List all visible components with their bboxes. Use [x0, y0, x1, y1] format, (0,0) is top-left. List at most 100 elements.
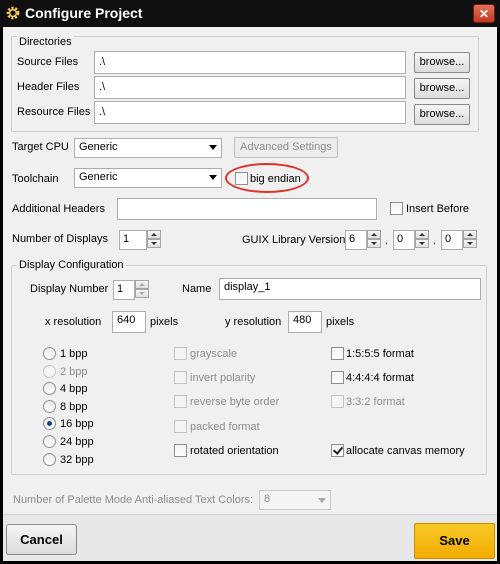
spin-down-icon[interactable] — [147, 239, 161, 248]
guix-patch-spinner[interactable] — [463, 230, 477, 248]
spin-down-icon[interactable] — [367, 239, 381, 248]
save-button[interactable]: Save — [414, 523, 495, 559]
dialog-body: Directories Source Files .\ browse... He… — [3, 27, 497, 561]
advanced-settings-button[interactable]: Advanced Settings — [234, 137, 338, 158]
close-icon[interactable]: ✕ — [473, 4, 495, 23]
palette-colors-value: 8 — [264, 493, 271, 505]
invert-polarity-label: invert polarity — [190, 372, 256, 384]
bpp-16-label: 16 bpp — [60, 418, 94, 430]
display-number-input[interactable]: 1 — [113, 280, 135, 300]
spin-up-icon[interactable] — [135, 280, 149, 289]
grayscale-label: grayscale — [190, 348, 238, 360]
bpp-16-radio[interactable] — [43, 417, 56, 430]
resource-files-label: Resource Files — [17, 106, 91, 118]
bpp-2-radio[interactable] — [43, 365, 56, 378]
spin-down-icon[interactable] — [463, 239, 477, 248]
source-files-input[interactable]: .\ — [94, 51, 406, 74]
palette-colors-select[interactable]: 8 — [259, 490, 331, 510]
bpp-1-radio[interactable] — [43, 347, 56, 360]
big-endian-checkbox[interactable] — [235, 172, 248, 185]
footer: Cancel Save — [3, 514, 497, 561]
insert-before-checkbox[interactable] — [390, 202, 403, 215]
bpp-24-radio[interactable] — [43, 435, 56, 448]
guix-major-input[interactable]: 6 — [345, 230, 367, 250]
source-files-browse-button[interactable]: browse... — [414, 52, 470, 73]
gear-icon — [6, 6, 20, 20]
chevron-down-icon — [209, 145, 217, 150]
y-resolution-label: y resolution — [225, 316, 282, 328]
bpp-32-radio[interactable] — [43, 453, 56, 466]
y-resolution-unit: pixels — [326, 316, 355, 328]
bpp-4-label: 4 bpp — [60, 383, 88, 395]
format-4444-label: 4:4:4:4 format — [346, 372, 414, 384]
display-config-legend: Display Configuration — [17, 259, 126, 271]
allocate-canvas-memory-label: allocate canvas memory — [346, 445, 465, 457]
toolchain-select[interactable]: Generic — [74, 168, 222, 188]
toolchain-value: Generic — [79, 171, 118, 183]
header-files-browse-button[interactable]: browse... — [414, 78, 470, 99]
bpp-32-label: 32 bpp — [60, 454, 94, 466]
display-name-label: Name — [182, 283, 212, 295]
number-of-displays-input[interactable]: 1 — [119, 230, 147, 250]
rotated-orientation-checkbox[interactable] — [174, 444, 187, 457]
directories-legend: Directories — [17, 36, 74, 48]
spin-up-icon[interactable] — [415, 230, 429, 239]
guix-version-label: GUIX Library Version — [242, 234, 346, 246]
display-name-input[interactable]: display_1 — [219, 278, 481, 300]
format-4444-checkbox[interactable] — [331, 371, 344, 384]
insert-before-label: Insert Before — [406, 203, 469, 215]
bpp-24-label: 24 bpp — [60, 436, 94, 448]
additional-headers-input[interactable] — [117, 198, 377, 220]
bpp-8-radio[interactable] — [43, 400, 56, 413]
header-files-label: Header Files — [17, 81, 80, 93]
spin-up-icon[interactable] — [147, 230, 161, 239]
target-cpu-select[interactable]: Generic — [74, 138, 222, 158]
rotated-orientation-label: rotated orientation — [190, 445, 279, 457]
header-files-input[interactable]: .\ — [94, 76, 406, 99]
bpp-1-label: 1 bpp — [60, 348, 88, 360]
format-332-label: 3:3:2 format — [346, 396, 405, 408]
format-1555-checkbox[interactable] — [331, 347, 344, 360]
display-number-label: Display Number — [30, 283, 109, 295]
x-resolution-input[interactable]: 640 — [112, 311, 146, 333]
spin-down-icon[interactable] — [135, 289, 149, 298]
version-separator: . — [433, 235, 437, 247]
grayscale-checkbox[interactable] — [174, 347, 187, 360]
chevron-down-icon — [318, 498, 326, 503]
y-resolution-input[interactable]: 480 — [288, 311, 322, 333]
x-resolution-label: x resolution — [45, 316, 102, 328]
packed-format-checkbox[interactable] — [174, 420, 187, 433]
source-files-label: Source Files — [17, 56, 79, 68]
resource-files-input[interactable]: .\ — [94, 101, 406, 124]
guix-patch-input[interactable]: 0 — [441, 230, 463, 250]
display-number-spinner[interactable] — [135, 280, 149, 298]
additional-headers-label: Additional Headers — [12, 203, 105, 215]
bpp-2-label: 2 bpp — [60, 366, 88, 378]
reverse-byte-order-checkbox[interactable] — [174, 395, 187, 408]
cancel-button[interactable]: Cancel — [6, 524, 77, 555]
target-cpu-value: Generic — [79, 141, 118, 153]
guix-minor-spinner[interactable] — [415, 230, 429, 248]
target-cpu-label: Target CPU — [12, 141, 69, 153]
reverse-byte-order-label: reverse byte order — [190, 396, 280, 408]
x-resolution-unit: pixels — [150, 316, 179, 328]
number-of-displays-spinner[interactable] — [147, 230, 161, 248]
spin-up-icon[interactable] — [367, 230, 381, 239]
allocate-canvas-memory-checkbox[interactable] — [331, 444, 344, 457]
chevron-down-icon — [209, 175, 217, 180]
bpp-4-radio[interactable] — [43, 382, 56, 395]
resource-files-browse-button[interactable]: browse... — [414, 104, 470, 125]
palette-colors-label: Number of Palette Mode Anti-aliased Text… — [13, 494, 254, 506]
big-endian-label: big endian — [250, 173, 301, 185]
format-332-checkbox[interactable] — [331, 395, 344, 408]
toolchain-label: Toolchain — [12, 173, 59, 185]
window-title: Configure Project — [25, 5, 143, 21]
guix-major-spinner[interactable] — [367, 230, 381, 248]
spin-down-icon[interactable] — [415, 239, 429, 248]
title-bar: Configure Project ✕ — [0, 0, 500, 27]
invert-polarity-checkbox[interactable] — [174, 371, 187, 384]
bpp-8-label: 8 bpp — [60, 401, 88, 413]
spin-up-icon[interactable] — [463, 230, 477, 239]
guix-minor-input[interactable]: 0 — [393, 230, 415, 250]
version-separator: . — [385, 235, 389, 247]
